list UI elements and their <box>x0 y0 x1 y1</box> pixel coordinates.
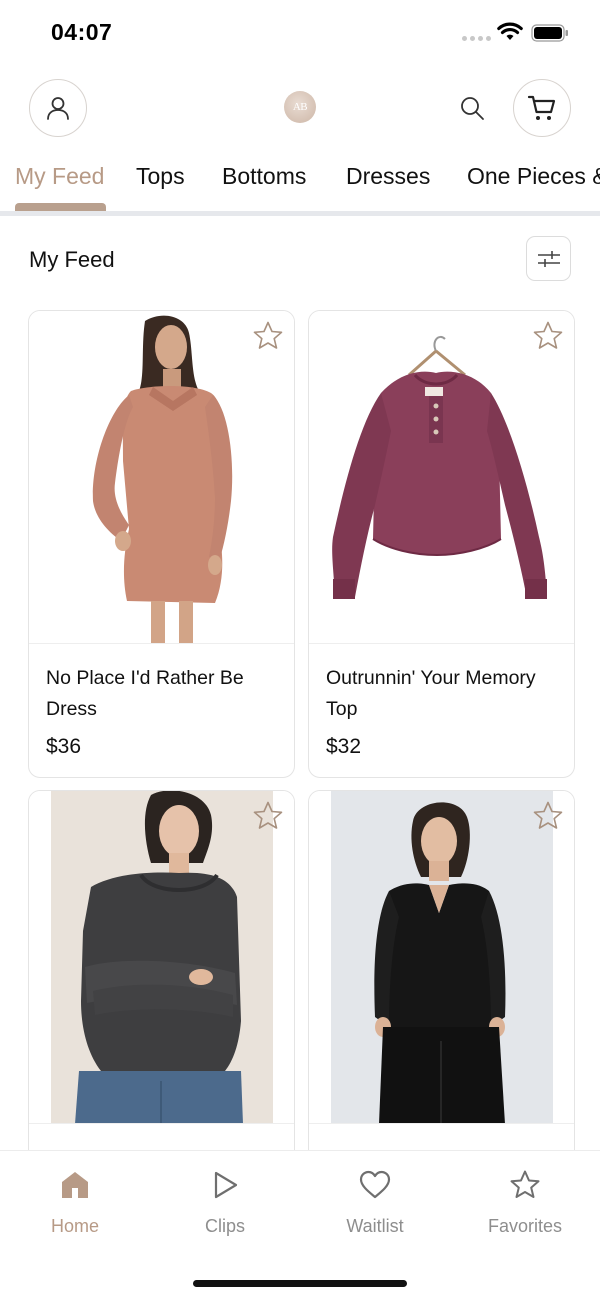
search-button[interactable] <box>455 91 489 125</box>
star-icon <box>510 1170 540 1198</box>
star-icon <box>253 321 283 349</box>
sliders-icon <box>537 250 560 267</box>
product-card[interactable]: No Place I'd Rather Be Dress $36 <box>28 310 295 778</box>
model-in-black-v-neck-top <box>331 791 553 1123</box>
product-image[interactable] <box>309 791 574 1124</box>
nav-waitlist[interactable]: Waitlist <box>315 1167 435 1237</box>
battery-icon <box>531 24 568 42</box>
product-card[interactable] <box>308 790 575 1170</box>
status-time: 04:07 <box>51 19 113 45</box>
product-image[interactable] <box>29 311 294 644</box>
brand-logo[interactable]: AB <box>284 91 316 123</box>
tab-bottoms[interactable]: Bottoms <box>222 163 306 190</box>
nav-home-label: Home <box>50 1216 99 1236</box>
brand-logo-text: AB <box>292 101 308 113</box>
nav-waitlist-label: Waitlist <box>346 1216 404 1236</box>
cart-button[interactable] <box>513 79 571 137</box>
model-in-pink-sweater-dress <box>92 315 233 643</box>
model-in-charcoal-waffle-top <box>51 791 273 1123</box>
nav-favorites[interactable]: Favorites <box>465 1167 585 1237</box>
star-icon <box>253 801 283 829</box>
product-image[interactable] <box>309 311 574 644</box>
product-price: $36 <box>46 735 82 758</box>
play-icon <box>214 1171 238 1199</box>
bottom-navigation: Home Clips Waitlist Favorites <box>0 1150 600 1299</box>
nav-clips[interactable]: Clips <box>165 1167 285 1237</box>
nav-clips-label: Clips <box>204 1216 245 1236</box>
filter-button[interactable] <box>526 236 571 281</box>
user-icon <box>47 97 69 120</box>
home-icon <box>62 1172 88 1198</box>
profile-button[interactable] <box>29 79 87 137</box>
category-tabs: My Feed Tops Bottoms Dresses One Pieces … <box>0 150 600 214</box>
tab-my-feed[interactable]: My Feed <box>15 163 104 190</box>
cart-icon <box>527 95 556 120</box>
signal-icon <box>462 36 491 41</box>
favorite-star-button[interactable] <box>531 319 565 353</box>
heart-icon <box>359 1170 391 1199</box>
status-bar: 04:07 <box>0 0 600 66</box>
product-image[interactable] <box>29 791 294 1124</box>
active-tab-indicator <box>15 203 106 211</box>
tab-one-pieces[interactable]: One Pieces & <box>467 163 600 190</box>
favorite-star-button[interactable] <box>531 799 565 833</box>
product-price: $32 <box>326 735 362 758</box>
home-indicator[interactable] <box>193 1280 407 1287</box>
favorite-star-button[interactable] <box>251 799 285 833</box>
nav-favorites-label: Favorites <box>487 1216 563 1236</box>
product-card[interactable] <box>28 790 295 1170</box>
product-name[interactable]: No Place I'd Rather Be Dress <box>46 663 281 725</box>
product-name[interactable]: Outrunnin' Your Memory Top <box>326 663 561 725</box>
plum-henley-top-on-hanger <box>332 335 547 599</box>
search-icon <box>461 97 484 120</box>
tabs-divider <box>0 211 600 216</box>
favorite-star-button[interactable] <box>251 319 285 353</box>
product-card[interactable]: Outrunnin' Your Memory Top $32 <box>308 310 575 778</box>
star-icon <box>533 801 563 829</box>
nav-home[interactable]: Home <box>15 1167 135 1237</box>
star-icon <box>533 321 563 349</box>
tab-dresses[interactable]: Dresses <box>346 163 430 190</box>
tab-tops[interactable]: Tops <box>136 163 185 190</box>
section-title: My Feed <box>29 247 115 272</box>
wifi-icon <box>497 22 523 40</box>
